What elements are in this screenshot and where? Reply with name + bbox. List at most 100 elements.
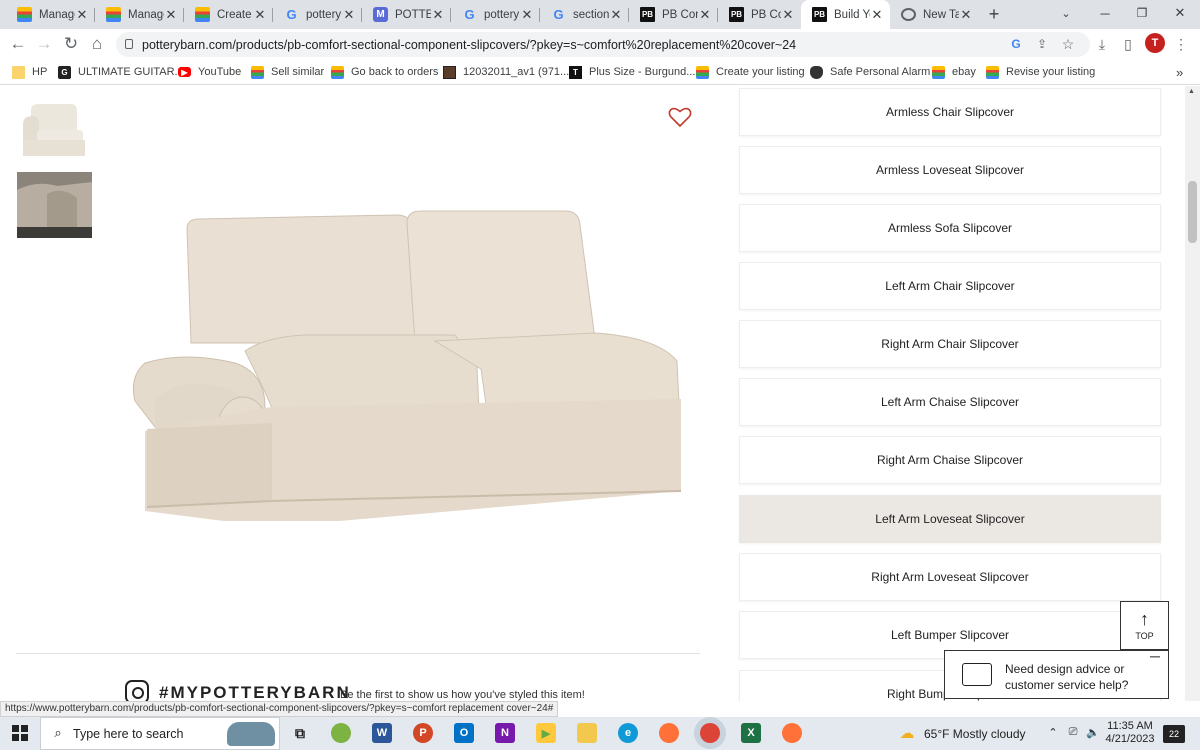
forward-icon[interactable]: → [34,34,54,54]
close-icon[interactable]: ✕ [609,7,623,23]
close-icon[interactable]: ✕ [431,7,445,23]
chat-widget[interactable]: Need design advice or customer service h… [944,648,1169,699]
edge-icon[interactable]: e [618,723,638,743]
firefox-private-icon[interactable] [782,723,802,743]
windows-start-icon[interactable] [12,725,28,741]
favorite-heart-icon[interactable] [668,106,692,128]
tab-title: PB Com [662,8,698,21]
tab-title: Build Yo [834,8,870,21]
chevron-up-icon[interactable]: ⌃ [1046,725,1060,739]
bookmark-label: Create your listing [716,66,805,78]
option-armless-chair[interactable]: Armless Chair Slipcover [739,88,1161,136]
restore-icon[interactable]: ❐ [1134,5,1150,21]
profile-avatar[interactable]: T [1145,33,1165,53]
word-icon[interactable]: W [372,723,392,743]
tab-title: Create y [217,8,253,21]
bookmark-12032011[interactable]: 12032011_av1 (971... [443,63,569,81]
task-view-icon[interactable]: ⧉ [290,723,310,743]
back-icon[interactable]: ← [8,34,28,54]
tab-pottery-2[interactable]: Gpottery ✕ [451,0,540,29]
menu-icon[interactable]: ⋮ [1172,35,1190,53]
option-left-arm-loveseat[interactable]: Left Arm Loveseat Slipcover [739,495,1161,543]
bookmark-label: Revise your listing [1006,66,1096,78]
product-thumbnail-2[interactable] [17,172,92,238]
home-icon[interactable]: ⌂ [87,34,107,54]
powerpoint-icon[interactable]: P [413,723,433,743]
back-to-top-button[interactable]: ↑ TOP [1120,601,1169,650]
tab-potter[interactable]: M POTTER✕ [362,0,451,29]
product-thumbnail-1[interactable] [17,98,92,164]
bookmark-label: HP [32,66,48,78]
tab-pb-com-2[interactable]: PB PB Com✕ [718,0,801,29]
option-right-arm-chair[interactable]: Right Arm Chair Slipcover [739,320,1161,368]
bookmark-create-listing[interactable]: Create your listing [696,63,805,81]
youtube-icon: ▶ [178,67,191,77]
weather-icon[interactable]: ☁ [896,724,918,742]
close-icon[interactable]: ✕ [870,7,884,23]
side-panel-icon[interactable]: ▯ [1119,35,1137,53]
bookmark-hp[interactable]: HP [12,63,47,81]
bookmark-sell-similar[interactable]: Sell similar [251,63,324,81]
option-right-arm-chaise[interactable]: Right Arm Chaise Slipcover [739,436,1161,484]
outlook-icon[interactable]: O [454,723,474,743]
tab-pb-com-1[interactable]: PB PB Com✕ [629,0,718,29]
weather-text[interactable]: 65°F Mostly cloudy [924,727,1026,741]
tab-manage-2[interactable]: Manage✕ [95,0,184,29]
close-icon[interactable]: ✕ [959,7,973,23]
bookmark-go-back-orders[interactable]: Go back to orders [331,63,438,81]
chrome-icon[interactable] [700,723,720,743]
option-right-arm-loveseat[interactable]: Right Arm Loveseat Slipcover [739,553,1161,601]
share-icon[interactable]: ⇪ [1034,36,1050,52]
bookmark-safe-alarm[interactable]: Safe Personal Alarm [810,63,930,81]
option-left-arm-chaise[interactable]: Left Arm Chaise Slipcover [739,378,1161,426]
close-icon[interactable]: ✕ [520,7,534,23]
page-scrollbar[interactable]: ▲ [1185,86,1200,701]
close-icon[interactable]: ✕ [342,7,356,23]
download-icon[interactable]: ⤓ [1093,35,1111,53]
close-icon[interactable]: ✕ [781,7,795,23]
clock[interactable]: 11:35 AM 4/21/2023 [1105,720,1155,746]
onenote-icon[interactable]: N [495,723,515,743]
firefox-icon[interactable] [659,723,679,743]
bookmark-ebay[interactable]: ebay [932,63,976,81]
close-icon[interactable]: ✕ [164,7,178,23]
tab-manage-1[interactable]: Manage✕ [6,0,95,29]
address-bar[interactable]: potterybarn.com/products/pb-comfort-sect… [116,32,1090,57]
minimize-chat-icon[interactable]: ─ [1150,648,1160,664]
url-text[interactable]: potterybarn.com/products/pb-comfort-sect… [142,38,796,52]
tab-create[interactable]: Create y✕ [184,0,273,29]
tab-pottery-1[interactable]: Gpottery ✕ [273,0,362,29]
network-icon[interactable]: ⎚ [1066,725,1080,739]
option-armless-loveseat[interactable]: Armless Loveseat Slipcover [739,146,1161,194]
minimize-icon[interactable]: ─ [1097,5,1113,21]
taskbar-search-box[interactable]: ⌕ Type here to search [40,717,280,750]
close-icon[interactable]: ✕ [75,7,89,23]
tab-build-your[interactable]: PB Build Yo✕ [801,0,890,29]
tab-search-icon[interactable]: ⌄ [1058,5,1074,21]
bookmark-revise-listing[interactable]: Revise your listing [986,63,1095,81]
close-window-icon[interactable]: ✕ [1172,5,1188,21]
bookmark-youtube[interactable]: ▶ YouTube [178,63,241,81]
option-armless-sofa[interactable]: Armless Sofa Slipcover [739,204,1161,252]
file-explorer-icon[interactable] [577,723,597,743]
app-icon[interactable] [331,723,351,743]
volume-icon[interactable]: 🔈 [1086,725,1100,739]
scrollbar-thumb[interactable] [1188,181,1197,243]
tab-sectional[interactable]: Gsectiona✕ [540,0,629,29]
close-icon[interactable]: ✕ [253,7,267,23]
notifications-badge[interactable]: 22 [1163,725,1185,743]
tab-new-tab[interactable]: New Tab✕ [890,0,979,29]
scroll-up-icon[interactable]: ▲ [1188,88,1195,95]
option-left-arm-chair[interactable]: Left Arm Chair Slipcover [739,262,1161,310]
media-player-icon[interactable]: ▶ [536,723,556,743]
new-tab-button[interactable]: + [984,4,1004,24]
excel-icon[interactable]: X [741,723,761,743]
bookmarks-overflow[interactable]: » [1176,63,1183,81]
new-tab-icon [901,8,916,21]
reload-icon[interactable]: ↻ [61,34,81,54]
bookmark-plus-size[interactable]: T Plus Size - Burgund... [569,63,695,81]
google-lens-icon[interactable]: G [1008,36,1024,52]
bookmark-ultimate-guitar[interactable]: G ULTIMATE GUITAR... [58,63,184,81]
close-icon[interactable]: ✕ [698,7,712,23]
bookmark-star-icon[interactable]: ☆ [1060,36,1076,52]
